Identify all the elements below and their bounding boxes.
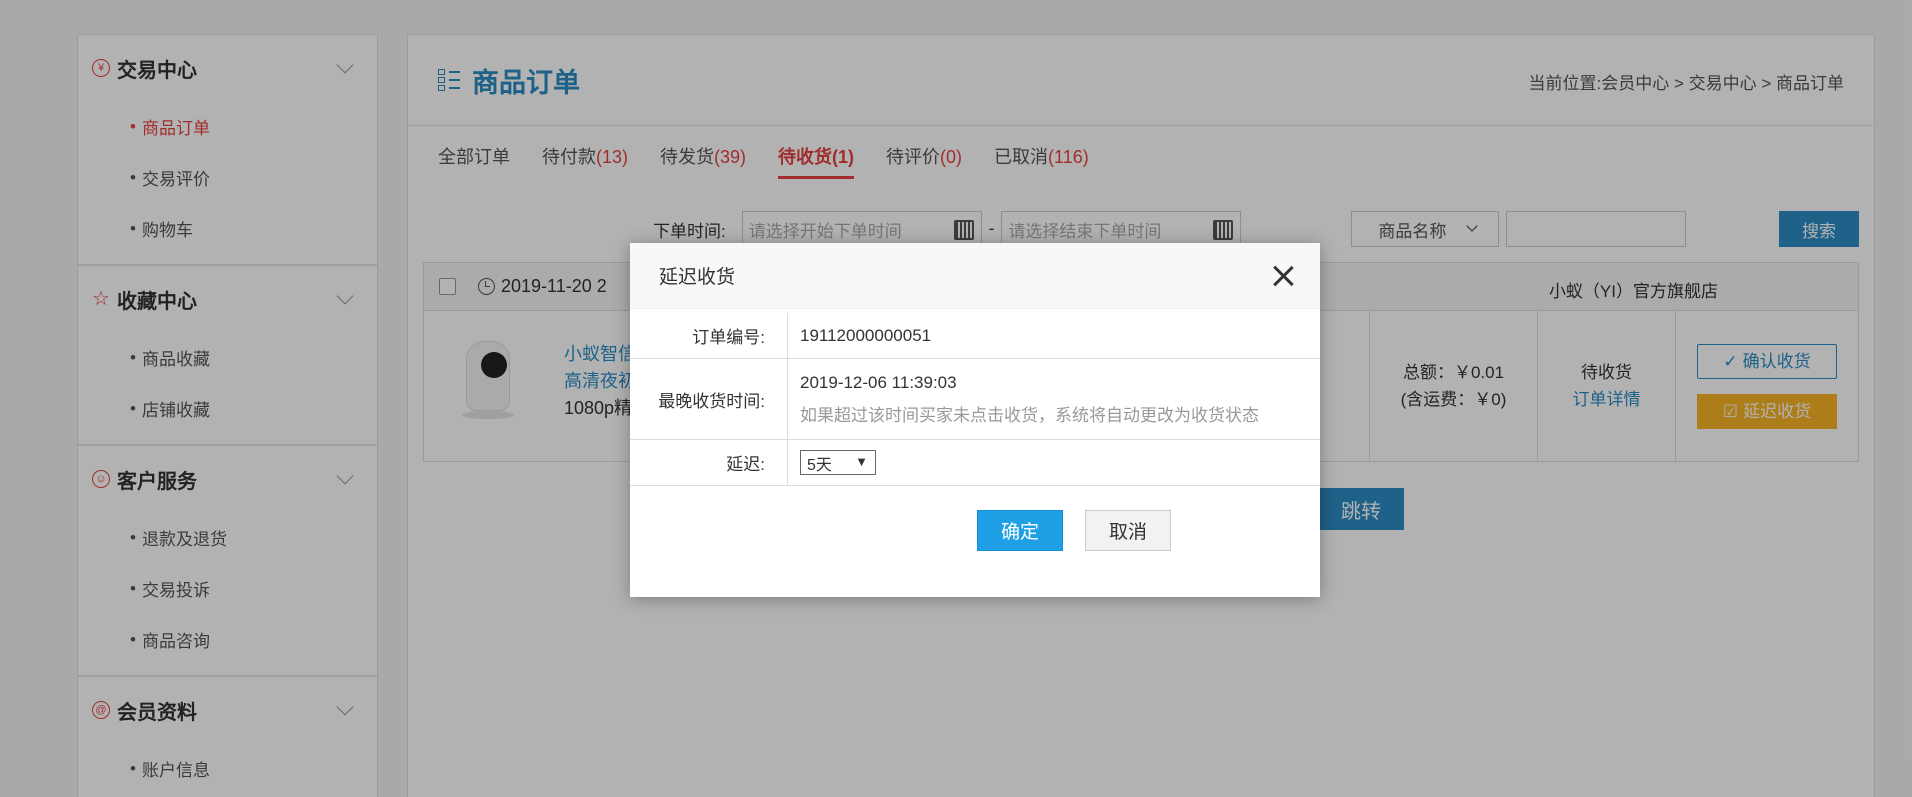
deadline-label: 最晚收货时间: [630, 359, 788, 439]
order-number-row: 订单编号: 19112000000051 [630, 313, 1320, 359]
order-number-value: 19112000000051 [800, 325, 932, 345]
confirm-button[interactable]: 确定 [977, 510, 1063, 551]
delay-days-value: 5天 [807, 456, 832, 474]
close-icon[interactable] [1272, 265, 1294, 287]
deadline-hint: 如果超过该时间买家未点击收货，系统将自动更改为收货状态 [800, 405, 1259, 425]
delay-receipt-dialog: 延迟收货 订单编号: 19112000000051 最晚收货时间: 2019-1… [630, 243, 1320, 597]
dialog-buttons: 确定 取消 [977, 510, 1171, 551]
delay-days-select[interactable]: 5天 ▼ [800, 450, 876, 475]
delay-label: 延迟: [630, 440, 788, 485]
cancel-button[interactable]: 取消 [1085, 510, 1171, 551]
dialog-title: 延迟收货 [659, 267, 736, 288]
delay-row: 延迟: 5天 ▼ [630, 440, 1320, 486]
order-number-label: 订单编号: [630, 313, 788, 358]
deadline-row: 最晚收货时间: 2019-12-06 11:39:03 如果超过该时间买家未点击… [630, 359, 1320, 440]
deadline-value: 2019-12-06 11:39:03 [800, 372, 957, 392]
dialog-header: 延迟收货 [630, 243, 1320, 309]
dropdown-arrow-icon: ▼ [855, 454, 868, 469]
